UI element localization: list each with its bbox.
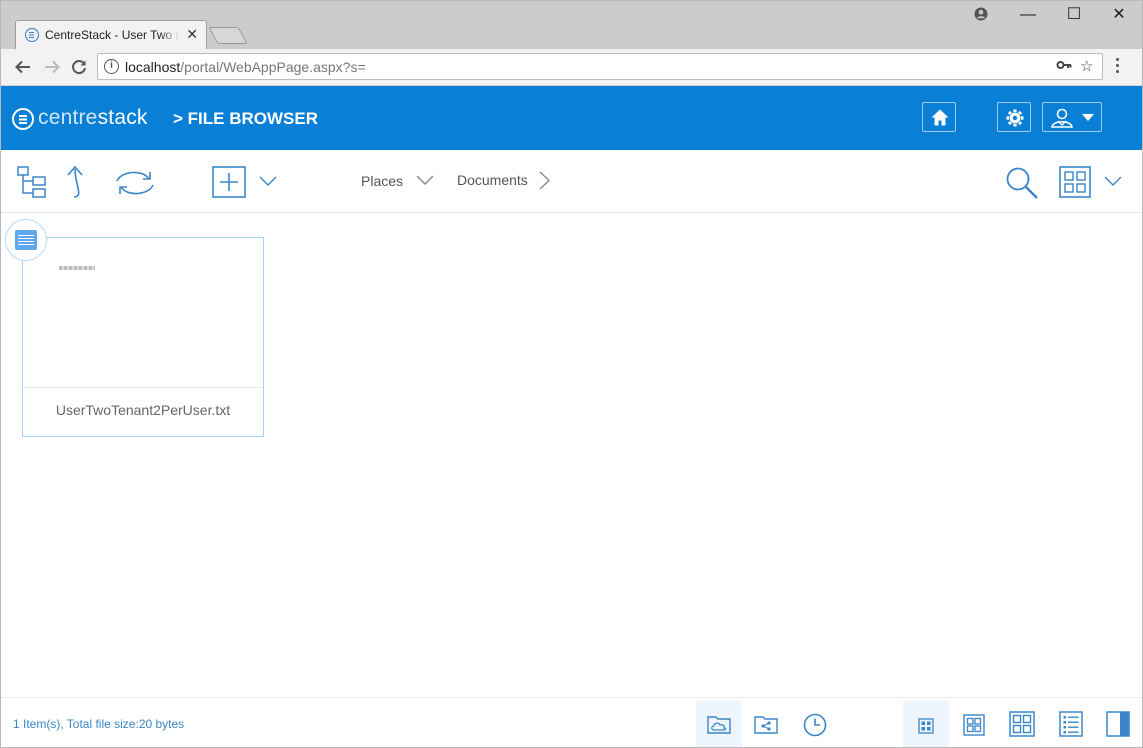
small-grid-view-button[interactable] [903,701,949,747]
close-window-button[interactable]: ✕ [1109,7,1129,23]
app-header: centrestack > FILE BROWSER [1,86,1142,150]
text-file-icon [5,219,47,261]
status-bar: 1 Item(s), Total file size:20 bytes [1,697,1142,747]
back-arrow-icon[interactable] [14,58,32,76]
home-icon [931,109,949,126]
tab-close-icon[interactable]: ✕ [186,26,198,42]
breadcrumb-documents[interactable]: Documents [457,172,528,188]
file-preview [23,238,263,388]
page-title: > FILE BROWSER [173,109,318,128]
logo-icon [12,108,34,130]
centrestack-favicon-icon [25,28,39,42]
clock-icon [803,713,827,737]
shared-folder-button[interactable] [743,701,789,747]
reload-icon[interactable] [70,58,88,76]
file-name: UserTwoTenant2PerUser.txt [55,402,231,418]
file-browser-content: UserTwoTenant2PerUser.txt [1,213,1142,697]
address-bar[interactable]: i localhost/portal/WebAppPage.aspx?s= ☆ [97,53,1103,80]
small-grid-icon [918,718,934,734]
key-icon[interactable] [1056,57,1072,77]
cloud-folder-icon [707,716,731,734]
maximize-button[interactable]: ☐ [1064,7,1084,23]
site-info-icon[interactable]: i [104,59,119,74]
url-text: localhost/portal/WebAppPage.aspx?s= [125,59,366,75]
shared-folder-icon [754,716,778,734]
browser-tab[interactable]: CentreStack - User Two (u ✕ [15,20,207,49]
tab-title: CentreStack - User Two (u [45,28,180,42]
large-grid-view-button[interactable] [999,701,1045,747]
user-dropdown-icon [1082,114,1094,121]
file-toolbar: Places Documents [1,150,1142,213]
browser-window: CentreStack - User Two (u ✕ — ☐ ✕ i loca… [0,0,1143,748]
large-grid-icon [1009,711,1035,737]
add-dropdown-icon[interactable] [259,176,277,187]
forward-arrow-icon[interactable] [43,58,61,76]
browser-menu-icon[interactable] [1116,58,1120,76]
browser-toolbar: i localhost/portal/WebAppPage.aspx?s= ☆ [1,49,1142,86]
minimize-button[interactable]: — [1018,7,1038,23]
preview-pane-view-button[interactable] [1095,701,1141,747]
new-tab-button[interactable] [208,27,248,44]
documents-chevron-right-icon[interactable] [539,171,551,190]
status-text: 1 Item(s), Total file size:20 bytes [13,717,185,731]
logo-text: centrestack [38,106,148,129]
view-dropdown-icon[interactable] [1104,176,1122,187]
medium-grid-view-button[interactable] [951,701,997,747]
file-tile[interactable]: UserTwoTenant2PerUser.txt [22,237,264,437]
refresh-icon[interactable] [113,169,157,197]
tab-strip: CentreStack - User Two (u ✕ — ☐ ✕ [1,1,1142,49]
gear-icon [1006,109,1024,127]
breadcrumb-places[interactable]: Places [361,173,403,189]
recent-files-button[interactable] [792,701,838,747]
user-icon [1051,108,1073,128]
list-view-button[interactable] [1048,701,1094,747]
bookmark-star-icon[interactable]: ☆ [1080,57,1093,75]
up-arrow-icon[interactable] [64,165,90,199]
preview-pane-icon [1106,711,1130,737]
profile-icon[interactable] [971,7,991,25]
places-chevron-down-icon[interactable] [416,175,434,186]
user-menu-button[interactable] [1042,102,1102,132]
cloud-folder-button[interactable] [696,701,742,747]
grid-view-icon[interactable] [1059,166,1091,198]
preview-text-snippet [59,266,95,270]
search-icon[interactable] [1005,166,1039,200]
home-button[interactable] [922,102,956,132]
list-view-icon [1059,711,1083,737]
medium-grid-icon [963,714,985,736]
folder-tree-icon[interactable] [17,165,47,199]
add-icon[interactable] [212,166,246,198]
settings-button[interactable] [997,102,1031,132]
